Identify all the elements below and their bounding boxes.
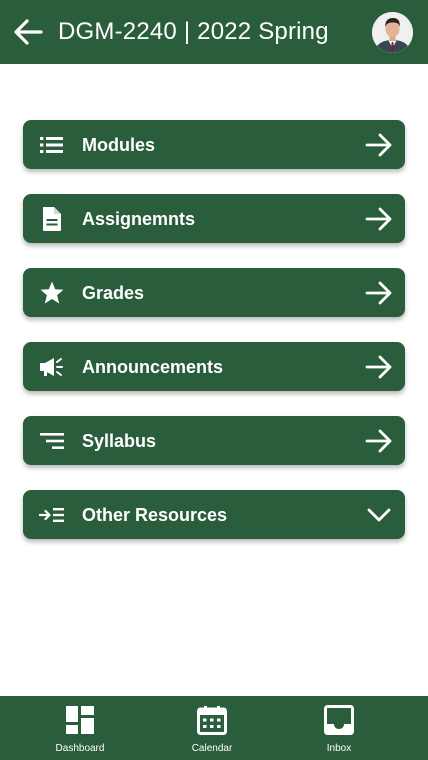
app-header: DGM-2240 | 2022 Spring [0,0,428,64]
menu-item-announcements[interactable]: Announcements [23,342,405,391]
megaphone-icon [39,354,65,380]
indent-icon [39,502,65,528]
menu-item-label: Announcements [82,357,224,377]
bottom-nav: Dashboard Calendar Inbox [0,696,428,760]
menu-item-other-resources[interactable]: Other Resources [23,490,405,539]
nav-calendar[interactable]: Calendar [157,696,267,760]
back-button[interactable] [12,14,44,50]
menu-item-modules[interactable]: Modules [23,120,405,169]
nav-inbox[interactable]: Inbox [284,696,394,760]
menu-item-label: Grades [82,283,145,303]
menu-item-grades[interactable]: Grades [23,268,405,317]
arrow-right-icon [365,205,393,233]
arrow-right-icon [365,279,393,307]
dashboard-icon [65,705,95,735]
sort-lines-icon [39,428,65,454]
star-icon [39,280,65,306]
avatar[interactable] [372,12,413,53]
menu-item-syllabus[interactable]: Syllabus [23,416,405,465]
menu-item-label: Syllabus [82,431,157,451]
document-icon [39,206,65,232]
arrow-right-icon [365,353,393,381]
menu-item-label: Other Resources [82,505,228,525]
course-screen: DGM-2240 | 2022 Spring Modules Assignemn… [0,0,428,760]
nav-label: Dashboard [55,743,105,754]
menu-item-label: Modules [82,135,156,155]
nav-label: Inbox [326,743,352,754]
nav-dashboard[interactable]: Dashboard [25,696,135,760]
list-icon [39,132,65,158]
arrow-right-icon [365,131,393,159]
course-menu: Modules Assignemnts Grades Announcements… [23,120,405,564]
menu-item-label: Assignemnts [82,209,196,229]
arrow-right-icon [365,427,393,455]
calendar-icon [197,705,227,735]
menu-item-assignments[interactable]: Assignemnts [23,194,405,243]
user-avatar-icon [372,12,413,53]
nav-label: Calendar [191,743,233,754]
chevron-down-icon [365,501,393,529]
inbox-icon [324,705,354,735]
page-title: DGM-2240 | 2022 Spring [58,18,329,45]
arrow-left-icon [14,19,43,45]
